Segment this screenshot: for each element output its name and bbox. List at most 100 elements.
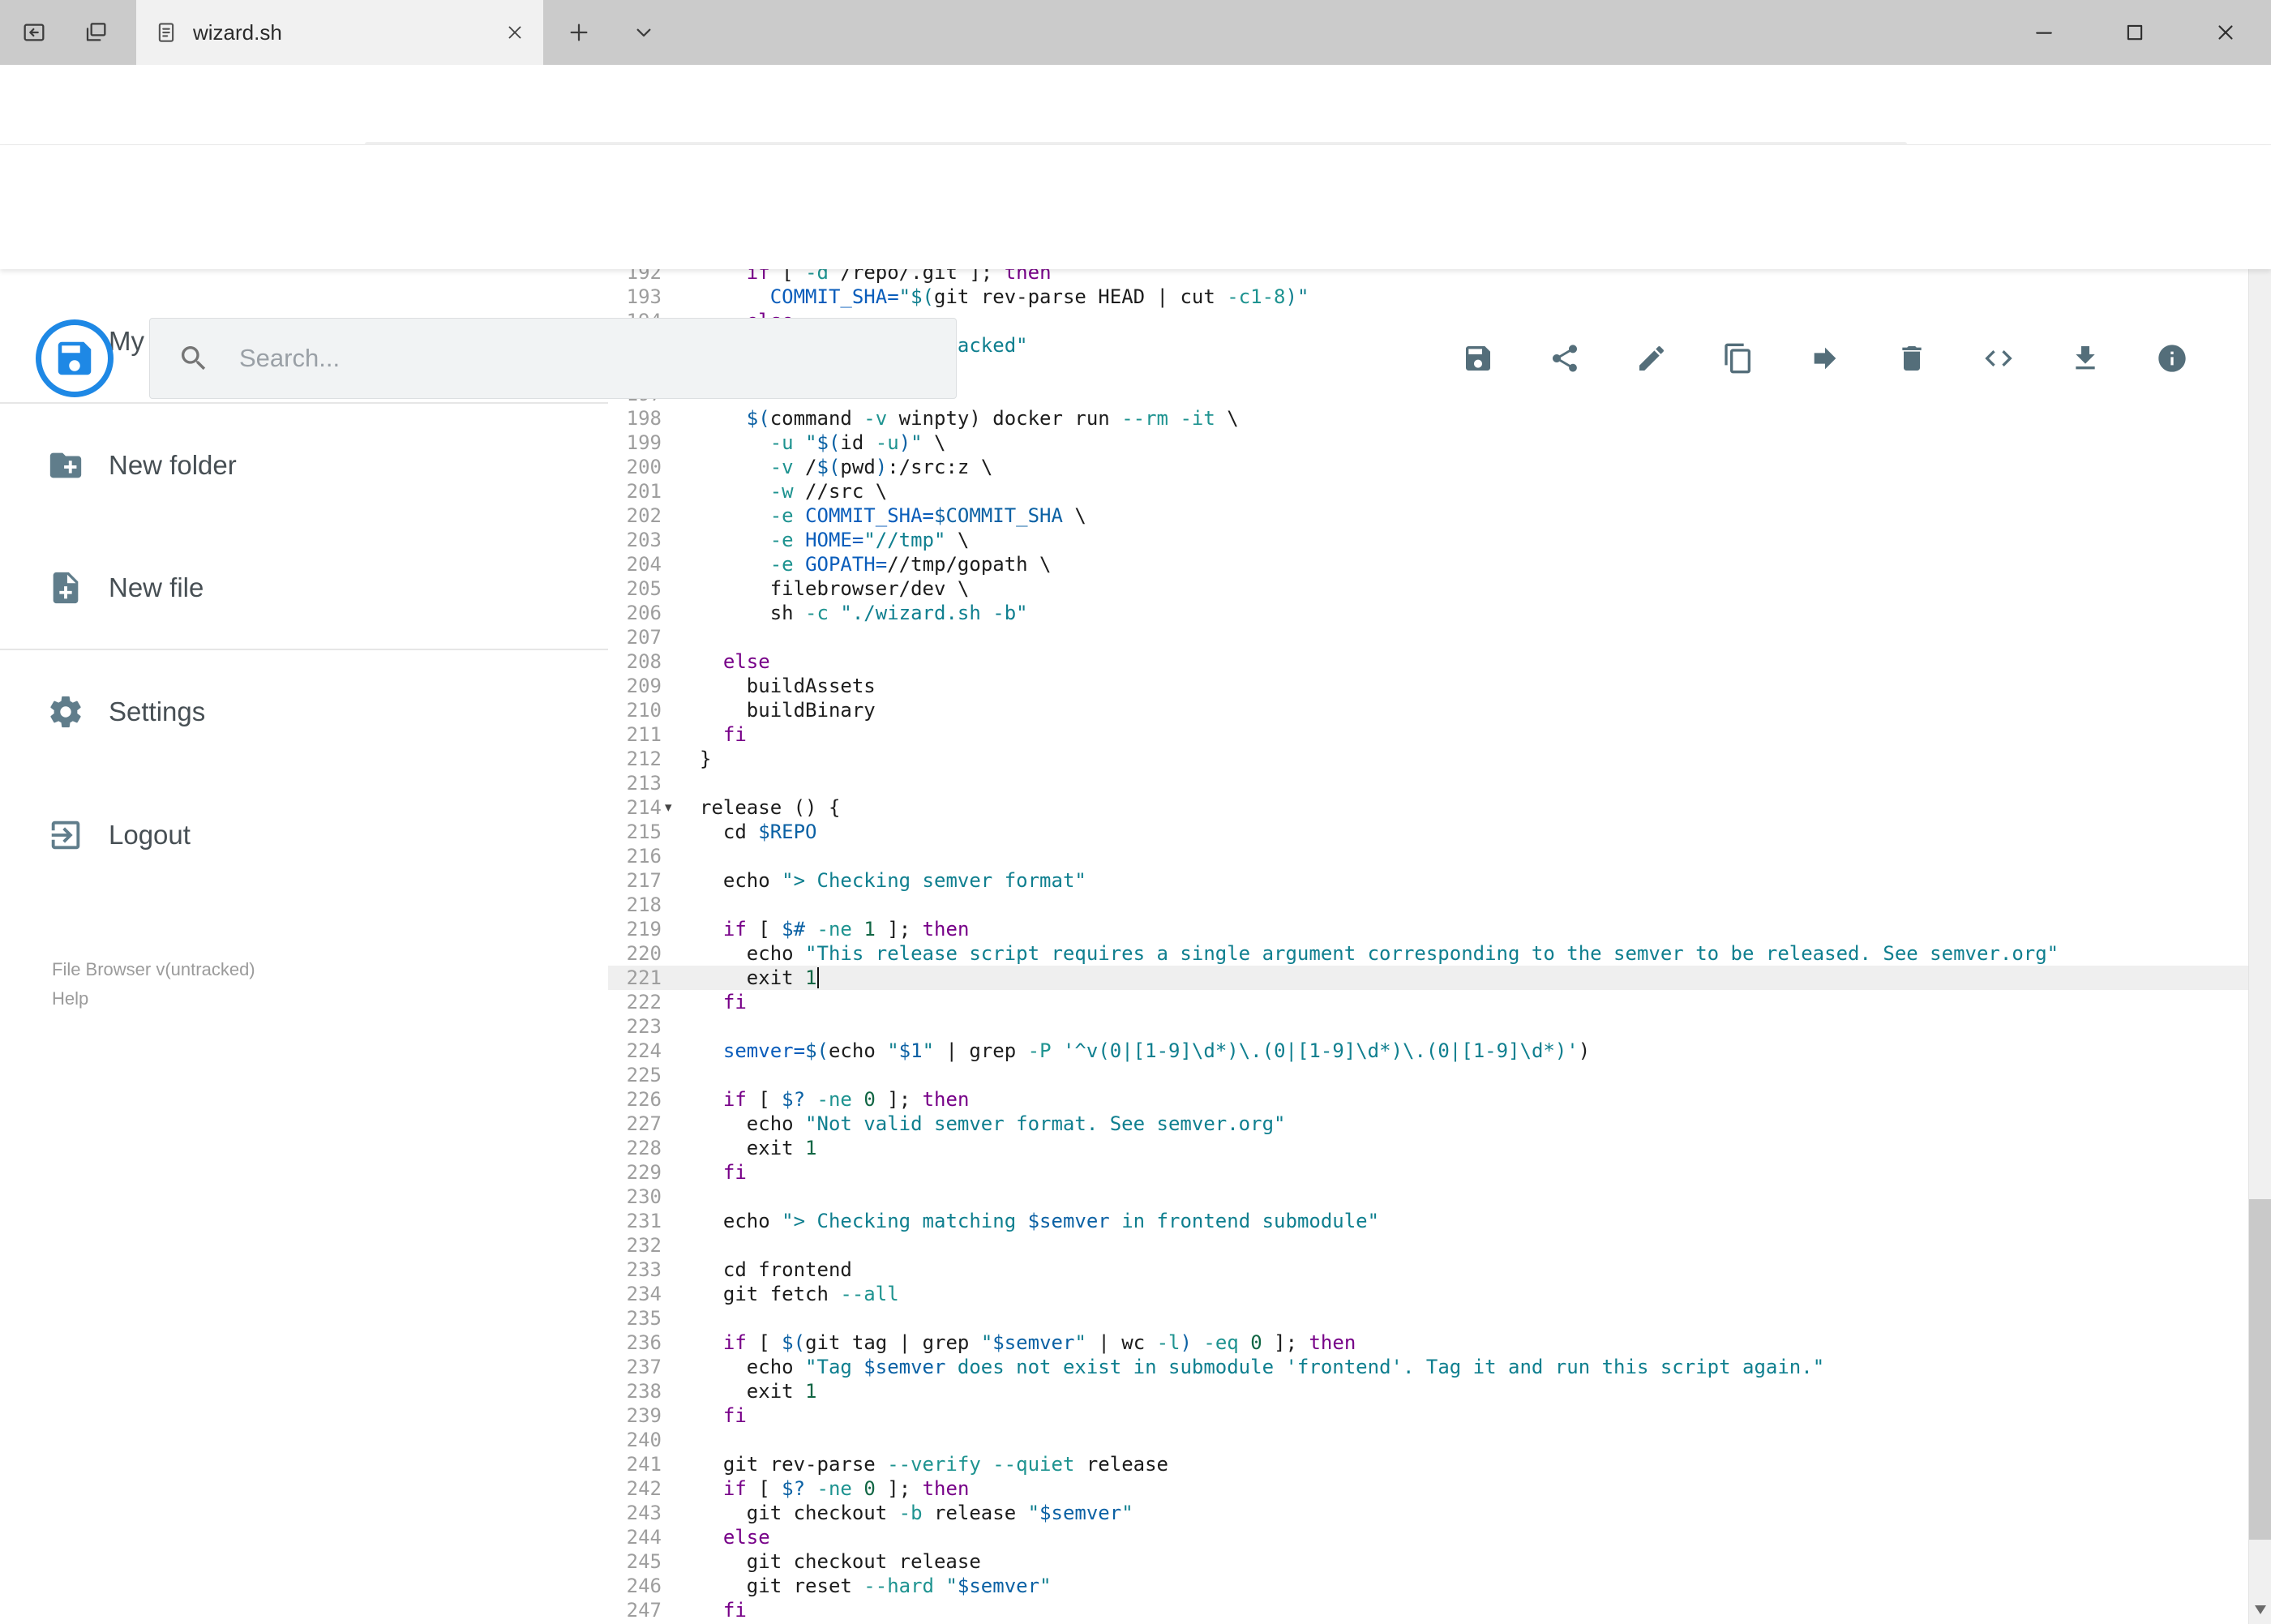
help-link[interactable]: Help — [52, 984, 255, 1013]
search-input[interactable] — [239, 344, 928, 373]
code-text: if [ -d /repo/.git ]; then — [746, 269, 1052, 284]
sidebar-item-logout[interactable]: Logout — [0, 773, 608, 897]
code-line-226[interactable]: 226 if [ $? -ne 0 ]; then — [608, 1087, 2248, 1112]
code-line-233[interactable]: 233 cd frontend — [608, 1258, 2248, 1282]
page-scrollbar[interactable] — [2248, 145, 2271, 1624]
code-text: echo "> Checking matching $semver in fro… — [700, 1210, 1380, 1232]
code-text: buildBinary — [700, 699, 876, 722]
code-line-220[interactable]: 220 echo "This release script requires a… — [608, 941, 2248, 966]
code-line-193[interactable]: 193 COMMIT_SHA="$(git rev-parse HEAD | c… — [608, 285, 2248, 309]
copy-button[interactable] — [1716, 336, 1761, 381]
line-number: 192 — [626, 269, 662, 284]
code-line-238[interactable]: 238 exit 1 — [608, 1379, 2248, 1403]
search-bar[interactable] — [149, 318, 957, 399]
close-window-button[interactable] — [2180, 0, 2271, 65]
code-line-235[interactable]: 235 — [608, 1306, 2248, 1330]
code-line-239[interactable]: 239 fi — [608, 1403, 2248, 1428]
code-line-214[interactable]: 214 ▾ release () { — [608, 795, 2248, 820]
code-line-203[interactable]: 203 -e HOME="//tmp" \ — [608, 528, 2248, 552]
line-number: 198 — [626, 407, 662, 430]
code-line-246[interactable]: 246 git reset --hard "$semver" — [608, 1574, 2248, 1598]
code-line-240[interactable]: 240 — [608, 1428, 2248, 1452]
minimize-button[interactable] — [1999, 0, 2089, 65]
code-line-247[interactable]: 247 fi — [608, 1598, 2248, 1622]
code-line-231[interactable]: 231 echo "> Checking matching $semver in… — [608, 1209, 2248, 1233]
code-editor[interactable]: 192 if [ -d /repo/.git ]; then 193 COMMIT… — [608, 269, 2248, 1624]
code-line-222[interactable]: 222 fi — [608, 990, 2248, 1014]
delete-button[interactable] — [1889, 336, 1935, 381]
code-line-234[interactable]: 234 git fetch --all — [608, 1282, 2248, 1306]
set-tabs-aside-button[interactable] — [5, 0, 63, 65]
code-line-230[interactable]: 230 — [608, 1185, 2248, 1209]
code-line-200[interactable]: 200 -v /$(pwd):/src:z \ — [608, 455, 2248, 479]
code-line-205[interactable]: 205 filebrowser/dev \ — [608, 576, 2248, 601]
scroll-down-arrow[interactable] — [2255, 1605, 2266, 1614]
code-line-215[interactable]: 215 cd $REPO — [608, 820, 2248, 844]
code-line-227[interactable]: 227 echo "Not valid semver format. See s… — [608, 1112, 2248, 1136]
code-line-236[interactable]: 236 if [ $(git tag | grep "$semver" | wc… — [608, 1330, 2248, 1355]
line-number: 216 — [626, 845, 662, 868]
code-line-207[interactable]: 207 — [608, 625, 2248, 649]
code-line-216[interactable]: 216 — [608, 844, 2248, 868]
line-number: 200 — [626, 456, 662, 478]
code-line-245[interactable]: 245 git checkout release — [608, 1549, 2248, 1574]
code-line-242[interactable]: 242 if [ $? -ne 0 ]; then — [608, 1476, 2248, 1501]
tabs-youve-set-aside-button[interactable] — [66, 0, 125, 65]
code-line-232[interactable]: 232 — [608, 1233, 2248, 1258]
code-line-221[interactable]: 221 exit 1 — [608, 966, 2248, 990]
code-icon — [1982, 342, 2015, 375]
code-line-225[interactable]: 225 — [608, 1063, 2248, 1087]
code-line-206[interactable]: 206 sh -c "./wizard.sh -b" — [608, 601, 2248, 625]
code-line-208[interactable]: 208 else — [608, 649, 2248, 674]
code-text: cd $REPO — [700, 821, 817, 843]
code-line-241[interactable]: 241 git rev-parse --verify --quiet relea… — [608, 1452, 2248, 1476]
code-line-224[interactable]: 224 semver=$(echo "$1" | grep -P '^v(0|[… — [608, 1039, 2248, 1063]
code-line-237[interactable]: 237 echo "Tag $semver does not exist in … — [608, 1355, 2248, 1379]
line-number: 221 — [626, 966, 662, 989]
tab-close-icon[interactable] — [504, 22, 525, 43]
scrollbar-thumb[interactable] — [2249, 1199, 2271, 1540]
copy-icon — [1722, 342, 1755, 375]
tab-preview-toggle[interactable] — [615, 0, 673, 65]
line-number: 218 — [626, 893, 662, 916]
fold-marker-icon[interactable]: ▾ — [665, 795, 683, 820]
code-line-204[interactable]: 204 -e GOPATH=//tmp/gopath \ — [608, 552, 2248, 576]
share-button[interactable] — [1542, 336, 1588, 381]
code-line-211[interactable]: 211 fi — [608, 722, 2248, 747]
code-line-243[interactable]: 243 git checkout -b release "$semver" — [608, 1501, 2248, 1525]
new-tab-button[interactable] — [550, 0, 608, 65]
maximize-button[interactable] — [2089, 0, 2180, 65]
move-button[interactable] — [1802, 336, 1848, 381]
sidebar-item-settings[interactable]: Settings — [0, 650, 608, 773]
code-line-199[interactable]: 199 -u "$(id -u)" \ — [608, 431, 2248, 455]
code-line-223[interactable]: 223 — [608, 1014, 2248, 1039]
code-line-244[interactable]: 244 else — [608, 1525, 2248, 1549]
code-text: filebrowser/dev \ — [700, 577, 970, 600]
code-text: } — [700, 748, 712, 770]
save-button[interactable] — [1455, 336, 1501, 381]
download-button[interactable] — [2063, 336, 2108, 381]
code-line-218[interactable]: 218 — [608, 893, 2248, 917]
code-line-202[interactable]: 202 -e COMMIT_SHA=$COMMIT_SHA \ — [608, 503, 2248, 528]
code-line-213[interactable]: 213 — [608, 771, 2248, 795]
code-line-210[interactable]: 210 buildBinary — [608, 698, 2248, 722]
code-line-219[interactable]: 219 if [ $# -ne 1 ]; then — [608, 917, 2248, 941]
code-line-209[interactable]: 209 buildAssets — [608, 674, 2248, 698]
code-line-229[interactable]: 229 fi — [608, 1160, 2248, 1185]
sidebar-item-new-folder[interactable]: New folder — [0, 404, 608, 527]
raw-button[interactable] — [1976, 336, 2021, 381]
code-line-228[interactable]: 228 exit 1 — [608, 1136, 2248, 1160]
line-number: 204 — [626, 553, 662, 576]
info-button[interactable] — [2149, 336, 2195, 381]
code-line-217[interactable]: 217 echo "> Checking semver format" — [608, 868, 2248, 893]
line-number: 227 — [626, 1112, 662, 1135]
sidebar-item-new-file[interactable]: New file — [0, 527, 608, 650]
tab-wizard-sh[interactable]: wizard.sh — [136, 0, 543, 65]
code-line-212[interactable]: 212} — [608, 747, 2248, 771]
filebrowser-logo[interactable] — [36, 319, 114, 397]
rename-button[interactable] — [1629, 336, 1674, 381]
code-line-192[interactable]: 192 if [ -d /repo/.git ]; then — [608, 269, 2248, 285]
code-line-201[interactable]: 201 -w //src \ — [608, 479, 2248, 503]
code-line-198[interactable]: 198 $(command -v winpty) docker run --rm… — [608, 406, 2248, 431]
line-number: 199 — [626, 431, 662, 454]
